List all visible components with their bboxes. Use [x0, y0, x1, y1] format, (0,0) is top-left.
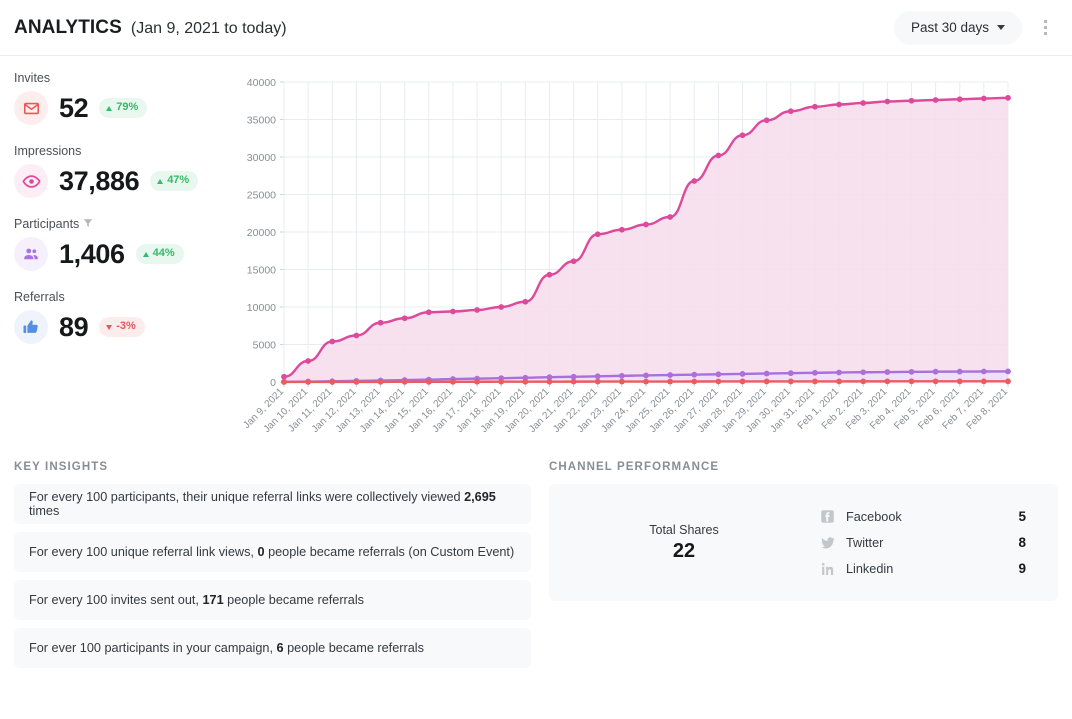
analytics-chart: 0 5000 10000 15000 20000 25000 30000 35000 40000… — [236, 70, 1072, 461]
status-badge: -3% — [99, 317, 145, 336]
date-range-select-label: Past 30 days — [911, 20, 989, 35]
status-badge: 79% — [99, 98, 147, 117]
insight-text: For every 100 unique referral link views… — [29, 545, 514, 559]
svg-text:0: 0 — [270, 377, 276, 389]
metric-row: 89 -3% — [14, 310, 236, 344]
total-shares-value: 22 — [549, 540, 819, 563]
metric-label-text: Participants — [14, 217, 79, 231]
metric-row: 37,886 47% — [14, 164, 236, 198]
date-range-select[interactable]: Past 30 days — [894, 11, 1022, 45]
twitter-icon — [819, 535, 836, 551]
metric-label: Referrals — [14, 290, 236, 304]
insight-item: For every 100 participants, their unique… — [14, 484, 531, 524]
metric-label: Invites — [14, 71, 236, 85]
status-badge-text: 47% — [167, 174, 189, 187]
kebab-menu-icon[interactable] — [1032, 13, 1058, 43]
metric-label-text: Invites — [14, 71, 50, 85]
metric-label-text: Impressions — [14, 144, 81, 158]
line-chart-svg[interactable]: 0 5000 10000 15000 20000 25000 30000 35000 40000… — [236, 70, 1036, 470]
header-actions: Past 30 days — [894, 11, 1058, 45]
triangle-up-icon — [157, 179, 163, 184]
key-insights-list: For every 100 participants, their unique… — [14, 484, 531, 668]
channel-value: 8 — [1018, 535, 1026, 550]
metric-card-invites: Invites 52 79% — [14, 71, 236, 125]
triangle-up-icon — [143, 252, 149, 257]
metric-row: 52 79% — [14, 91, 236, 125]
channel-performance-card: Total Shares 22 Facebook 5 Twitter 8 Linkedi… — [549, 484, 1058, 601]
svg-text:15000: 15000 — [247, 265, 276, 277]
channel-name: Facebook — [846, 510, 1008, 524]
channel-row: Linkedin 9 — [819, 556, 1026, 582]
status-badge-text: 44% — [153, 247, 175, 260]
linkedin-icon — [819, 561, 836, 577]
insight-item: For ever 100 participants in your campai… — [14, 628, 531, 668]
people-icon — [14, 237, 48, 271]
status-badge: 47% — [150, 171, 198, 190]
bottom-panels: KEY INSIGHTS For every 100 participants,… — [0, 461, 1072, 676]
channel-value: 9 — [1018, 561, 1026, 576]
envelope-icon — [14, 91, 48, 125]
status-badge: 44% — [136, 244, 184, 263]
insight-item: For every 100 invites sent out, 171 peop… — [14, 580, 531, 620]
svg-text:30000: 30000 — [247, 152, 276, 164]
metric-card-impressions: Impressions 37,886 47% — [14, 144, 236, 198]
page-title: ANALYTICS (Jan 9, 2021 to today) — [14, 17, 287, 39]
analytics-body: Invites 52 79% Impressions — [0, 56, 1072, 461]
kebab-dot — [1044, 32, 1047, 35]
thumbs-up-icon — [14, 310, 48, 344]
kebab-dot — [1044, 20, 1047, 23]
total-shares: Total Shares 22 — [549, 523, 819, 563]
channel-value: 5 — [1018, 509, 1026, 524]
metric-value: 37,886 — [59, 166, 139, 197]
channel-list: Facebook 5 Twitter 8 Linkedin 9 — [819, 504, 1058, 582]
kebab-dot — [1044, 26, 1047, 29]
metric-label-text: Referrals — [14, 290, 65, 304]
channel-name: Twitter — [846, 536, 1008, 550]
metrics-column: Invites 52 79% Impressions — [0, 70, 236, 461]
status-badge-text: 79% — [116, 101, 138, 114]
svg-text:10000: 10000 — [247, 302, 276, 314]
svg-text:40000: 40000 — [247, 77, 276, 89]
insight-text: For every 100 invites sent out, 171 peop… — [29, 593, 364, 607]
chevron-down-icon — [997, 25, 1005, 30]
svg-text:20000: 20000 — [247, 227, 276, 239]
key-insights-panel: KEY INSIGHTS For every 100 participants,… — [14, 461, 531, 676]
channel-row: Twitter 8 — [819, 530, 1026, 556]
channel-row: Facebook 5 — [819, 504, 1026, 530]
channel-performance-panel: CHANNEL PERFORMANCE Total Shares 22 Face… — [549, 461, 1058, 676]
total-shares-label: Total Shares — [549, 523, 819, 537]
metric-card-referrals: Referrals 89 -3% — [14, 290, 236, 344]
filter-funnel-icon[interactable] — [83, 218, 93, 231]
facebook-icon — [819, 509, 836, 524]
status-badge-text: -3% — [116, 320, 136, 333]
metric-value: 89 — [59, 312, 88, 343]
metric-card-participants: Participants 1,406 — [14, 217, 236, 271]
metric-value: 1,406 — [59, 239, 125, 270]
metric-row: 1,406 44% — [14, 237, 236, 271]
insight-item: For every 100 unique referral link views… — [14, 532, 531, 572]
triangle-up-icon — [106, 106, 112, 111]
page-title-text: ANALYTICS — [14, 17, 122, 39]
metric-value: 52 — [59, 93, 88, 124]
insight-text: For every 100 participants, their unique… — [29, 490, 516, 518]
page-date-range: (Jan 9, 2021 to today) — [131, 20, 287, 38]
channel-name: Linkedin — [846, 562, 1008, 576]
metric-label: Participants — [14, 217, 236, 231]
svg-text:25000: 25000 — [247, 190, 276, 202]
insight-text: For ever 100 participants in your campai… — [29, 641, 424, 655]
metric-label: Impressions — [14, 144, 236, 158]
triangle-down-icon — [106, 325, 112, 330]
eye-icon — [14, 164, 48, 198]
page-header: ANALYTICS (Jan 9, 2021 to today) Past 30… — [0, 0, 1072, 56]
svg-text:5000: 5000 — [253, 340, 277, 352]
svg-text:35000: 35000 — [247, 115, 276, 127]
